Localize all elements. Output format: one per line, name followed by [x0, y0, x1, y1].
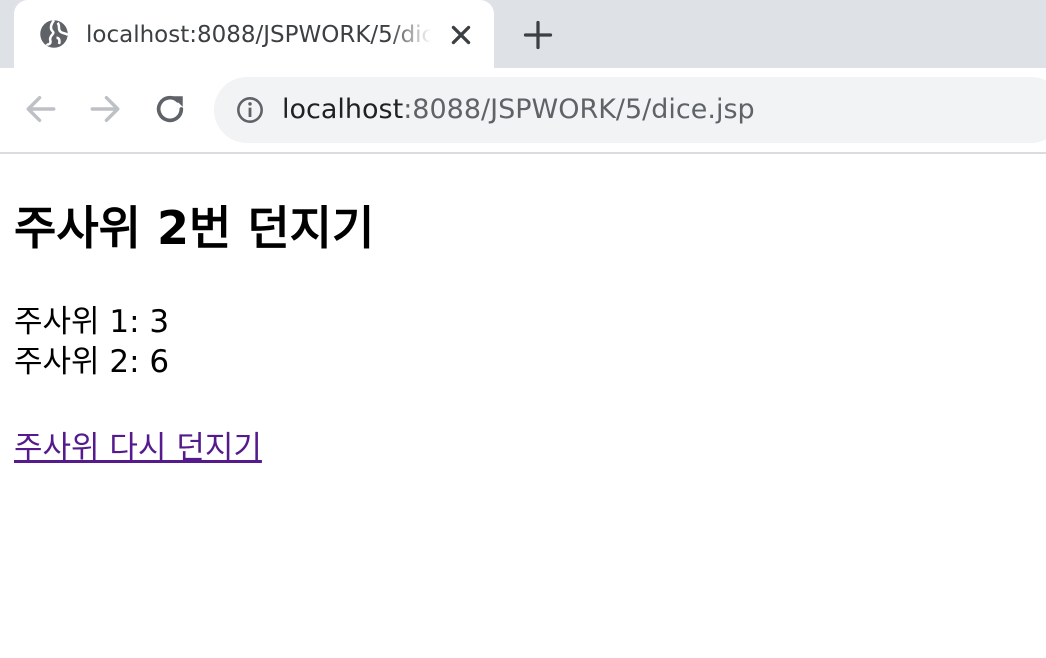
- info-icon[interactable]: [236, 96, 264, 124]
- new-tab-button[interactable]: [523, 20, 553, 50]
- page-content: 주사위 2번 던지기 주사위 1: 3 주사위 2: 6 주사위 다시 던지기: [14, 154, 1034, 654]
- url-path: :8088/JSPWORK/5/dice.jsp: [403, 94, 755, 125]
- back-button[interactable]: [24, 92, 58, 126]
- url-text[interactable]: localhost:8088/JSPWORK/5/dice.jsp: [282, 93, 755, 127]
- reload-button[interactable]: [153, 92, 187, 126]
- reroll-dice-link[interactable]: 주사위 다시 던지기: [14, 428, 262, 468]
- tab-title: localhost:8088/JSPWORK/5/dice.jsp: [86, 22, 431, 48]
- forward-button[interactable]: [88, 92, 122, 126]
- globe-icon: [40, 19, 69, 48]
- dice-2-result: 주사위 2: 6: [14, 344, 170, 380]
- close-icon[interactable]: [448, 22, 474, 48]
- url-host: localhost: [282, 94, 404, 125]
- address-bar[interactable]: localhost:8088/JSPWORK/5/dice.jsp: [214, 77, 1046, 143]
- dice-1-result: 주사위 1: 3: [14, 304, 170, 340]
- browser-tab[interactable]: localhost:8088/JSPWORK/5/dice.jsp: [14, 0, 494, 68]
- browser-toolbar: localhost:8088/JSPWORK/5/dice.jsp: [0, 68, 1046, 154]
- page-title: 주사위 2번 던지기: [14, 201, 375, 255]
- tab-strip: localhost:8088/JSPWORK/5/dice.jsp: [0, 0, 1046, 68]
